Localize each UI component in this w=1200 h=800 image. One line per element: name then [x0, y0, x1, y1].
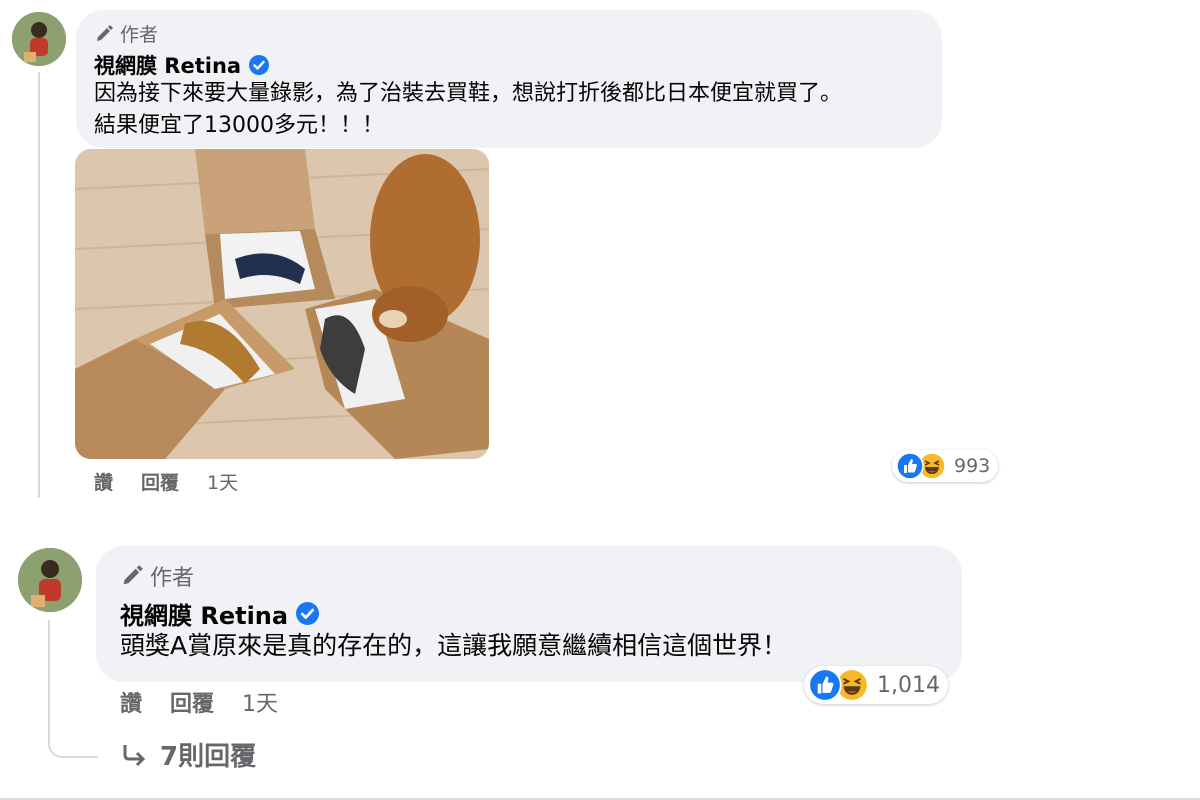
- timestamp[interactable]: 1天: [207, 468, 238, 495]
- pencil-icon: [120, 564, 144, 588]
- comment-actions: 讚 回覆 1天: [120, 686, 306, 718]
- comment-text: 頭獎A賞原來是真的存在的，這讓我願意繼續相信這個世界！: [120, 631, 788, 660]
- thread-line: [38, 72, 40, 498]
- reaction-count: 1,014: [877, 672, 940, 698]
- reaction-count: 993: [954, 455, 991, 477]
- author-tag: 作者: [94, 20, 158, 47]
- reactions-summary[interactable]: 993: [892, 450, 999, 482]
- author-avatar[interactable]: [12, 12, 66, 66]
- author-tag: 作者: [120, 560, 194, 592]
- author-name-row: 視網膜 Retina: [94, 50, 270, 80]
- comment-photo[interactable]: [75, 149, 489, 459]
- avatar-photo: [18, 548, 82, 612]
- comment-actions: 讚 回覆 1天: [94, 468, 266, 495]
- author-name[interactable]: 視網膜 Retina: [94, 50, 241, 80]
- pencil-icon: [94, 24, 114, 44]
- replies-count-label: 7則回覆: [160, 742, 257, 772]
- shoe-boxes-with-shiba-dog-photo: [75, 149, 489, 459]
- author-name[interactable]: 視網膜 Retina: [120, 596, 288, 631]
- like-button[interactable]: 讚: [94, 468, 113, 495]
- comment-text: 因為接下來要大量錄影，為了治裝去買鞋，想說打折後都比日本便宜就買了。 結果便宜了…: [94, 81, 843, 138]
- comment-2: 作者 視網膜 Retina 頭獎A賞原來是真的存在的，這讓我願意繼續相信這個世界…: [0, 530, 1200, 800]
- view-replies-link[interactable]: 7則回覆: [120, 736, 256, 773]
- avatar-photo: [12, 12, 66, 66]
- comment-1: 作者 視網膜 Retina 因為接下來要大量錄影，為了治裝去買鞋，想說打折後都比…: [0, 0, 1200, 510]
- author-avatar[interactable]: [18, 548, 82, 612]
- like-button[interactable]: 讚: [120, 686, 142, 718]
- author-name-row: 視網膜 Retina: [120, 596, 320, 631]
- verified-badge-icon: [249, 55, 270, 75]
- timestamp[interactable]: 1天: [242, 686, 278, 718]
- verified-badge-icon: [296, 602, 320, 625]
- like-reaction-icon: [896, 452, 924, 480]
- reactions-summary[interactable]: 1,014: [804, 666, 948, 704]
- reply-arrow-icon: [120, 741, 148, 769]
- reply-button[interactable]: 回覆: [141, 468, 179, 495]
- like-reaction-icon: [808, 668, 842, 702]
- reply-button[interactable]: 回覆: [170, 686, 214, 718]
- thread-connector: [48, 620, 98, 758]
